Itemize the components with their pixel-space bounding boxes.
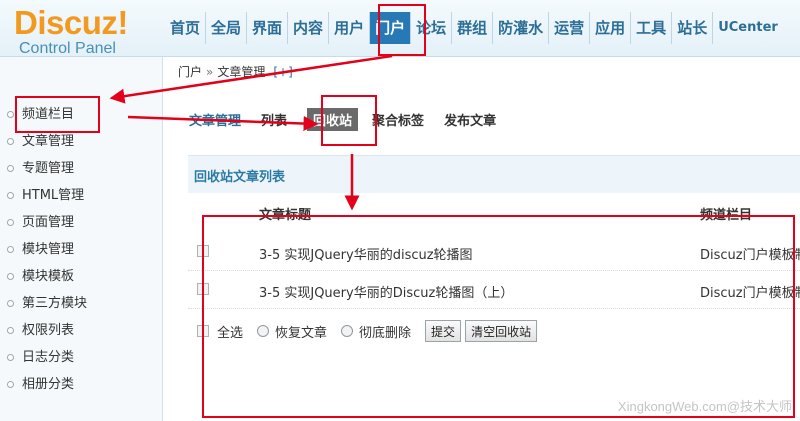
bullet-icon [7,354,14,361]
sidebar-menu: 频道栏目 文章管理 专题管理 HTML管理 页面管理 模块管理 模块模板 第三方… [0,107,163,404]
admin-screen: Discuz! Control Panel 首页 全局 界面 内容 用户 门户 … [0,0,800,421]
breadcrumb: 门户 » 文章管理 [+] [178,63,293,80]
nav-content[interactable]: 内容 [288,12,330,44]
bullet-icon [7,273,14,280]
sidebar-item-label: 模块管理 [22,242,75,257]
nav-ucenter[interactable]: UCenter [713,12,783,44]
nav-admin[interactable]: 站长 [672,12,714,44]
sidebar-item-blog-categories[interactable]: 日志分类 [0,350,163,377]
sidebar-item-third-party[interactable]: 第三方模块 [0,296,163,323]
nav-interface[interactable]: 界面 [247,12,289,44]
sidebar-item-label: HTML管理 [22,188,85,203]
logo-subtitle: Control Panel [19,40,116,57]
sidebar-item-label: 文章管理 [22,134,75,149]
breadcrumb-root[interactable]: 门户 [178,65,202,79]
nav-global[interactable]: 全局 [206,12,248,44]
breadcrumb-separator: » [206,65,214,79]
nav-home[interactable]: 首页 [165,12,207,44]
bullet-icon [7,300,14,307]
nav-operation[interactable]: 运营 [549,12,591,44]
discuz-logo[interactable]: Discuz! Control Panel [14,4,164,58]
tab-article-manage[interactable]: 文章管理 [189,110,241,129]
nav-group[interactable]: 群组 [452,12,494,44]
breadcrumb-current: 文章管理 [217,65,266,79]
highlight-channel-item [15,96,100,133]
bullet-icon [7,381,14,388]
sidebar-item-label: 权限列表 [22,323,75,338]
nav-user[interactable]: 用户 [329,12,371,44]
sidebar-item-permissions[interactable]: 权限列表 [0,323,163,350]
watermark: XingkongWeb.com@技术大师 [617,399,792,414]
bullet-icon [7,111,14,118]
logo-title: Discuz! [14,4,128,41]
sidebar-item-label: 页面管理 [22,215,75,230]
bullet-icon [7,246,14,253]
top-nav: 首页 全局 界面 内容 用户 门户 论坛 群组 防灌水 运营 应用 工具 站长 … [165,12,783,44]
sidebar-item-label: 专题管理 [22,161,75,176]
tab-aggregate-tags[interactable]: 聚合标签 [372,110,424,129]
sidebar-item-topics[interactable]: 专题管理 [0,161,163,188]
tab-publish-article[interactable]: 发布文章 [444,110,496,129]
sidebar-item-html[interactable]: HTML管理 [0,188,163,215]
sidebar-item-album-categories[interactable]: 相册分类 [0,377,163,404]
nav-antispam[interactable]: 防灌水 [493,12,550,44]
nav-apps[interactable]: 应用 [590,12,632,44]
sidebar-item-label: 日志分类 [22,350,75,365]
sidebar-item-articles[interactable]: 文章管理 [0,134,163,161]
sidebar-item-label: 相册分类 [22,377,75,392]
add-shortcut-link[interactable]: [+] [273,65,292,79]
nav-tools[interactable]: 工具 [631,12,673,44]
bullet-icon [7,219,14,226]
bullet-icon [7,138,14,145]
highlight-portal-nav [378,4,426,56]
bullet-icon [7,165,14,172]
highlight-list-area [202,215,795,418]
tab-list[interactable]: 列表 [261,110,287,129]
list-title: 回收站文章列表 [194,170,286,185]
sidebar-item-module-templates[interactable]: 模块模板 [0,269,163,296]
sidebar-item-label: 第三方模块 [22,296,88,311]
bullet-icon [7,327,14,334]
sidebar-item-pages[interactable]: 页面管理 [0,215,163,242]
list-title-bar: 回收站文章列表 [188,155,800,193]
bullet-icon [7,192,14,199]
sidebar-item-label: 模块模板 [22,269,75,284]
sidebar-item-modules[interactable]: 模块管理 [0,242,163,269]
highlight-recycle-tab [321,95,377,146]
